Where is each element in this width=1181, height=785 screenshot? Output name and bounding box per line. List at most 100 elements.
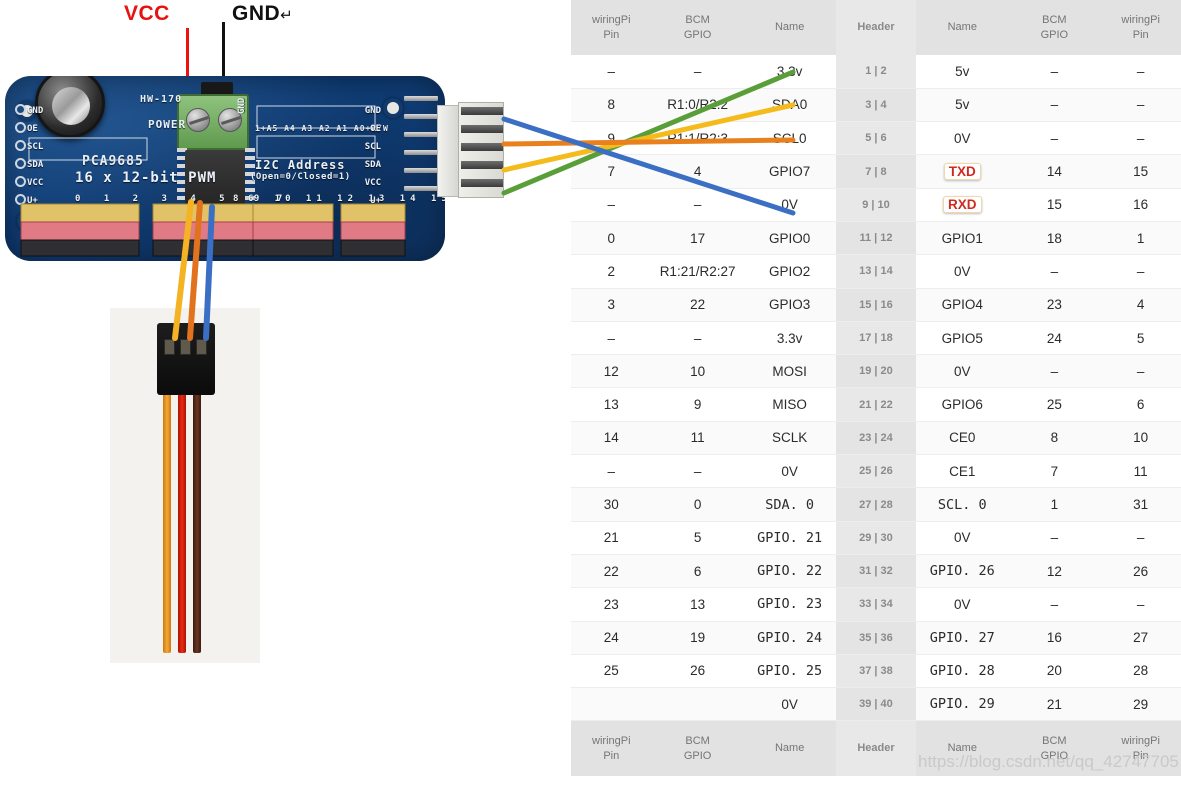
cell-bcm-left: R1:1/R2:3 [651,121,744,156]
cell-wiringpi-left: 12 [571,354,652,389]
cell-bcm-right: – [1008,354,1101,389]
cell-name-right: GPIO. 27 [916,621,1009,655]
cell-bcm-right: 7 [1008,454,1101,489]
cell-wiringpi-right: 5 [1100,321,1181,356]
cell-bcm-right: 21 [1008,687,1101,722]
cell-bcm-right: 15 [1008,188,1101,222]
cell-wiringpi-right: 10 [1100,421,1181,456]
col-foot-line2: Pin [603,749,620,762]
cell-bcm-left: 11 [651,421,744,456]
cell-wiringpi-left: – [571,454,652,489]
cell-name-right: GPIO4 [916,288,1009,322]
cell-header-pins: 7 | 8 [835,154,917,189]
table-row: 24 19 GPIO. 24 35 | 36 GPIO. 27 16 27 [571,621,1181,655]
cell-bcm-right: 14 [1008,154,1101,189]
cell-name-right: 0V [916,121,1009,156]
table-row: 25 26 GPIO. 25 37 | 38 GPIO. 28 20 28 [571,654,1181,689]
cell-wiringpi-left: 25 [571,654,652,689]
col-foot-line2: GPIO [683,749,712,762]
cell-bcm-right: – [1008,88,1101,123]
cell-wiringpi-left: – [571,55,652,89]
cell-bcm-right: 18 [1008,221,1101,256]
cell-header-pins: 29 | 30 [835,521,917,555]
col-head-line2: GPIO [683,28,712,41]
cell-bcm-left: 9 [651,387,744,422]
col-head-line2: Pin [603,28,620,41]
plug-contact-3 [196,339,207,355]
col-foot-header: Header [835,720,917,776]
table-row: 12 10 MOSI 19 | 20 0V – – [571,354,1181,389]
cell-wiringpi-left: 21 [571,521,652,555]
status-badge: TXD [943,163,981,181]
col-head-name-right: Name [916,0,1009,55]
cell-header-pins: 27 | 28 [835,487,917,522]
cell-bcm-right: – [1008,587,1101,622]
table-row: 9 R1:1/R2:3 SCL0 5 | 6 0V – – [571,121,1181,156]
cell-bcm-right: 16 [1008,621,1101,655]
cell-wiringpi-right: 4 [1100,288,1181,322]
servo-wire-brown [193,393,201,653]
table-row: 7 4 GPIO7 7 | 8 TXD 14 15 [571,154,1181,189]
table-row: 23 13 GPIO. 23 33 | 34 0V – – [571,587,1181,622]
table-row: – –3.3v 17 | 18 GPIO5 24 5 [571,321,1181,356]
cell-header-pins: 21 | 22 [835,387,917,422]
cell-wiringpi-right: 16 [1100,188,1181,222]
cell-bcm-left: – [651,55,744,89]
cell-bcm-right: 20 [1008,654,1101,689]
cell-bcm-left: 10 [651,354,744,389]
cell-wiringpi-right: – [1100,254,1181,289]
cell-name-left: 0V [743,188,836,222]
col-foot-line1: BCM [1042,734,1067,747]
cell-name-left: MISO [743,387,836,422]
cell-wiringpi-left: – [571,321,652,356]
table-row: 21 5 GPIO. 21 29 | 30 0V – – [571,521,1181,555]
cell-header-pins: 15 | 16 [835,288,917,322]
cell-name-right: CE0 [916,421,1009,456]
cell-name-right: RXD [916,188,1009,222]
cell-header-pins: 23 | 24 [835,421,917,456]
cell-name-left: GPIO. 21 [743,521,836,555]
cell-header-pins: 13 | 14 [835,254,917,289]
cell-bcm-right: – [1008,55,1101,89]
cell-name-right: 0V [916,354,1009,389]
cell-bcm-left: 19 [651,621,744,655]
col-foot-name-left: Name [743,720,836,776]
cell-wiringpi-right: 1 [1100,221,1181,256]
cell-bcm-left: 13 [651,587,744,622]
cell-name-left: GPIO3 [743,288,836,322]
cell-name-left: 3.3v [743,321,836,356]
cell-name-right: GPIO1 [916,221,1009,256]
col-head-header: Header [835,0,917,55]
table-row: 0 17 GPIO0 11 | 12 GPIO1 18 1 [571,221,1181,256]
table-row: 8 R1:0/R2:2 SDA0 3 | 4 5v – – [571,88,1181,123]
table-row: – –0V 25 | 26 CE1 7 11 [571,454,1181,489]
cell-bcm-left: – [651,454,744,489]
cell-name-left: 0V [743,687,836,722]
cell-wiringpi-right: – [1100,88,1181,123]
col-foot-line1: wiringPi [592,734,631,747]
cell-header-pins: 5 | 6 [835,121,917,156]
cell-name-left: GPIO. 23 [743,587,836,622]
gnd-label-text: GND [232,2,281,25]
col-head-name-left: Name [743,0,836,55]
cell-bcm-left: 6 [651,554,744,589]
col-foot-wiringpi-left: wiringPi Pin [571,720,652,776]
cell-name-right: CE1 [916,454,1009,489]
cell-name-right: GPIO. 29 [916,687,1009,722]
cell-wiringpi-right: 26 [1100,554,1181,589]
cell-wiringpi-right: 29 [1100,687,1181,722]
cell-header-pins: 11 | 12 [835,221,917,256]
table-row: – –0V 9 | 10 RXD 15 16 [571,188,1181,222]
connector-shell-inner [437,105,459,197]
col-head-bcm-left: BCM GPIO [651,0,744,55]
cell-bcm-left: – [651,188,744,222]
cell-name-right: 5v [916,88,1009,123]
cell-wiringpi-left: 24 [571,621,652,655]
cell-bcm-right: 12 [1008,554,1101,589]
cell-bcm-left: 17 [651,221,744,256]
cell-wiringpi-left: 22 [571,554,652,589]
table-row: – –3.3v 1 | 2 5v – – [571,55,1181,89]
cell-bcm-left: 22 [651,288,744,322]
cell-name-left: SDA0 [743,88,836,123]
cell-wiringpi-left: 9 [571,121,652,156]
